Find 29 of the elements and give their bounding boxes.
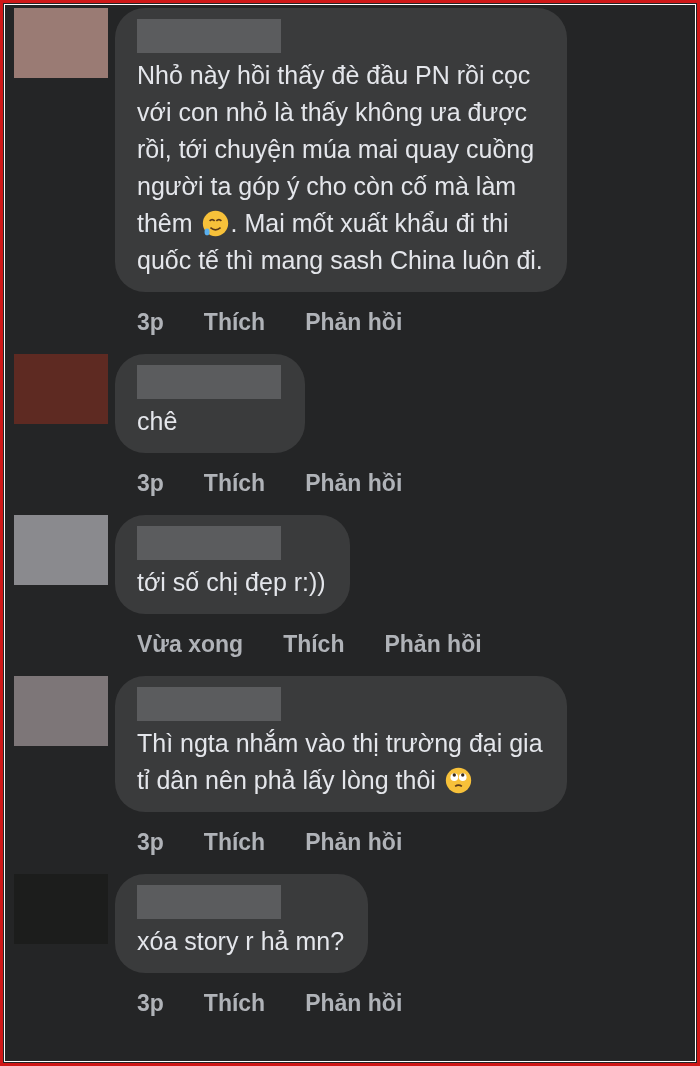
comment-time: 3p	[137, 308, 164, 337]
comment-time: 3p	[137, 828, 164, 857]
comment-text: tới số chị đẹp r:))	[137, 567, 326, 598]
reply-link[interactable]: Phản hồi	[384, 625, 482, 663]
comment-text: người ta góp ý cho còn cố mà làm	[137, 171, 517, 202]
like-link[interactable]: Thích	[203, 823, 266, 861]
reply-link[interactable]: Phản hồi	[305, 464, 403, 502]
comment-text: Thì ngta nhắm vào thị trường đại gia	[137, 728, 543, 759]
comment-text: thêm	[137, 208, 193, 239]
eye-roll-emoji-icon	[444, 767, 472, 794]
comment-text: xóa story r hả mn?	[137, 926, 345, 957]
comment-text: chê	[137, 406, 178, 437]
like-link[interactable]: Thích	[203, 464, 266, 502]
like-link[interactable]: Thích	[203, 303, 266, 341]
reply-link[interactable]: Phản hồi	[305, 984, 403, 1022]
comment-text: Nhỏ này hồi thấy đè đầu PN rồi cọc	[137, 60, 531, 91]
comment-time: Vừa xong	[137, 630, 244, 659]
reply-link[interactable]: Phản hồi	[305, 823, 403, 861]
comment-text: tỉ dân nên phả lấy lòng thôi	[137, 765, 436, 796]
comment-text: với con nhỏ là thấy không ưa được	[137, 97, 528, 128]
comment-time: 3p	[137, 469, 164, 498]
reply-link[interactable]: Phản hồi	[305, 303, 403, 341]
comment-text: quốc tế thì mang sash China luôn đi.	[137, 245, 543, 276]
comment-time: 3p	[137, 989, 164, 1018]
like-link[interactable]: Thích	[203, 984, 266, 1022]
comment-text: rồi, tới chuyện múa mai quay cuồng	[137, 134, 535, 165]
like-link[interactable]: Thích	[283, 625, 345, 663]
comment-text: . Mai mốt xuất khẩu đi thi	[230, 208, 509, 239]
smiling-tear-emoji-icon	[201, 210, 229, 237]
